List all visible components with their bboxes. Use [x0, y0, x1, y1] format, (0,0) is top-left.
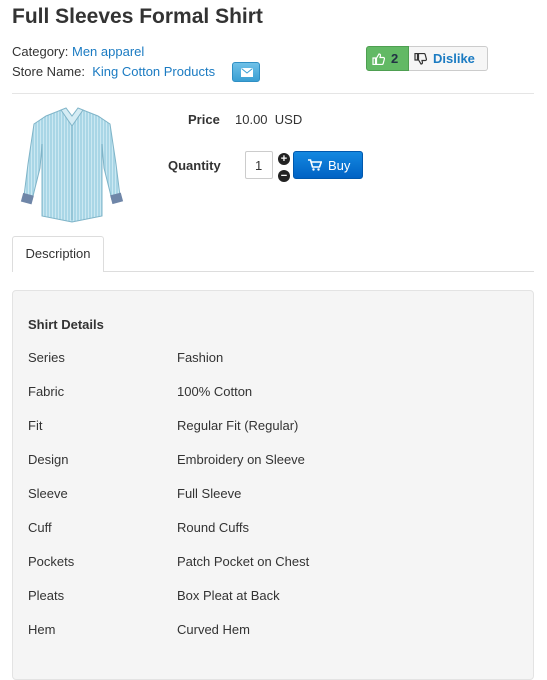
detail-value: Round Cuffs [177, 520, 250, 535]
vote-group: 2 Dislike [366, 46, 488, 71]
detail-value: Curved Hem [177, 622, 250, 637]
category-label: Category: [12, 44, 69, 59]
detail-key: Fabric [28, 384, 65, 399]
detail-key: Cuff [28, 520, 52, 535]
detail-value: Patch Pocket on Chest [177, 554, 310, 569]
thumbs-down-icon [414, 52, 427, 65]
detail-key: Series [28, 350, 65, 365]
buy-button[interactable]: Buy [293, 151, 363, 179]
detail-value: Regular Fit (Regular) [177, 418, 299, 433]
product-title: Full Sleeves Formal Shirt [12, 5, 263, 28]
like-button[interactable]: 2 [366, 46, 409, 71]
detail-key: Hem [28, 622, 56, 637]
detail-key: Pleats [28, 588, 65, 603]
like-count: 2 [391, 51, 399, 66]
detail-value: Embroidery on Sleeve [177, 452, 305, 467]
cart-icon [308, 159, 322, 171]
price-amount: 10.00 [235, 112, 268, 127]
tab-description[interactable]: Description [12, 236, 104, 272]
contact-store-button[interactable] [232, 62, 260, 82]
thumbs-up-icon [372, 52, 385, 65]
detail-key: Sleeve [28, 486, 68, 501]
price-value: 10.00 USD [235, 112, 302, 127]
store-line: Store Name: King Cotton Products [12, 64, 215, 79]
product-image[interactable] [16, 104, 128, 226]
mail-icon [241, 68, 253, 77]
category-link[interactable]: Men apparel [72, 44, 144, 59]
price-currency: USD [274, 112, 303, 127]
detail-key: Design [28, 452, 69, 467]
minus-icon[interactable]: − [278, 170, 290, 182]
detail-value: Full Sleeve [177, 486, 242, 501]
detail-value: Fashion [177, 350, 224, 365]
detail-value: Box Pleat at Back [177, 588, 280, 603]
detail-key: Pockets [28, 554, 75, 569]
dislike-label: Dislike [433, 51, 475, 66]
store-label: Store Name: [12, 64, 85, 79]
store-link[interactable]: King Cotton Products [92, 64, 215, 79]
plus-icon[interactable]: + [278, 153, 290, 165]
details-heading: Shirt Details [28, 317, 104, 332]
dislike-button[interactable]: Dislike [409, 46, 488, 71]
quantity-input[interactable] [245, 151, 273, 179]
quantity-label: Quantity [168, 158, 221, 173]
description-panel [12, 290, 534, 680]
detail-key: Fit [28, 418, 43, 433]
divider [12, 93, 534, 94]
price-label: Price [188, 112, 220, 127]
buy-label: Buy [328, 157, 351, 173]
detail-value: 100% Cotton [177, 384, 253, 399]
category-line: Category: Men apparel [12, 44, 144, 59]
